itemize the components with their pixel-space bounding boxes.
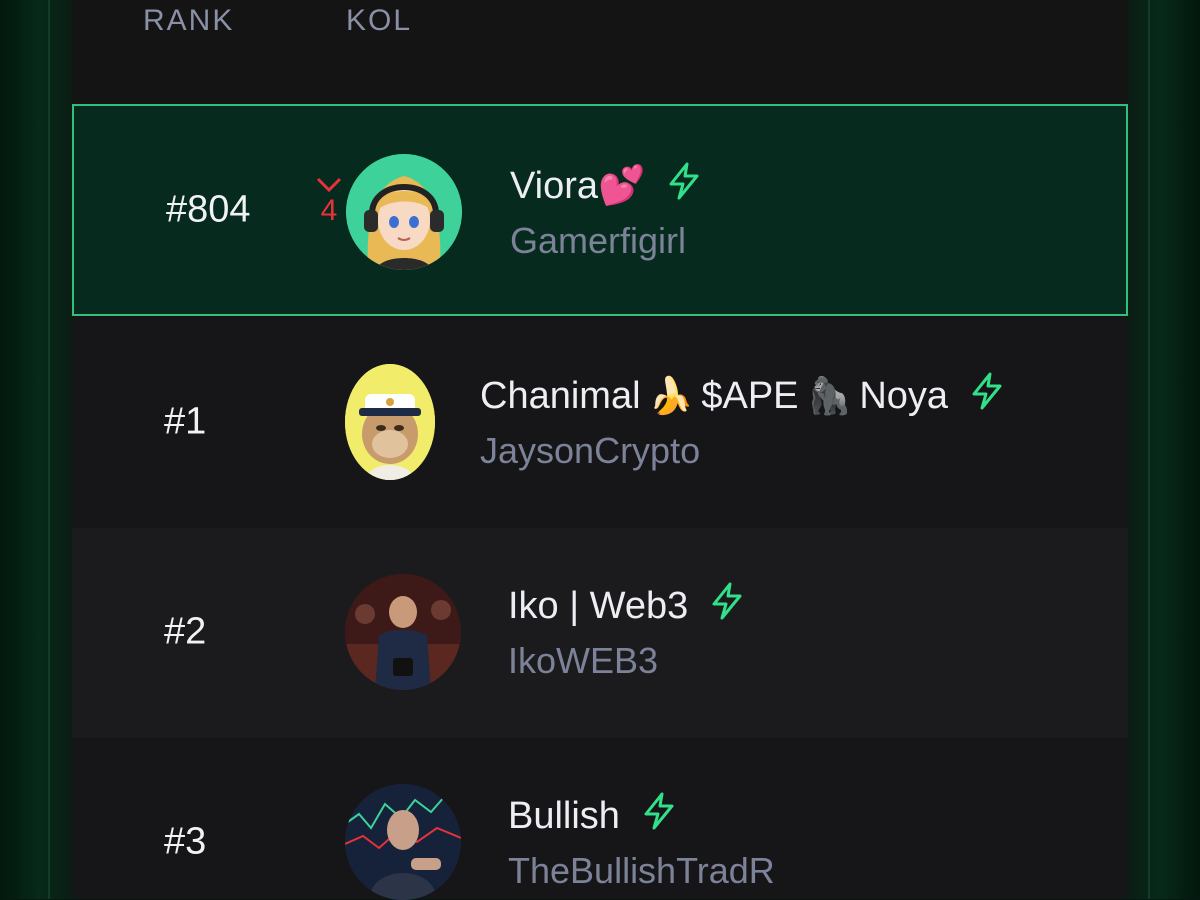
man-trader-avatar-image bbox=[345, 784, 461, 900]
kol-handle[interactable]: JaysonCrypto bbox=[480, 430, 700, 472]
kol-handle[interactable]: IkoWEB3 bbox=[508, 640, 658, 682]
verified-bolt-icon bbox=[642, 792, 676, 840]
rank-value: #804 bbox=[166, 188, 251, 231]
table-header: RANK KOL bbox=[72, 0, 1128, 104]
rank-change-value: 4 bbox=[320, 194, 338, 227]
anime-girl-avatar-image bbox=[346, 154, 462, 270]
table-row[interactable]: #3 Bullish TheBullishTradR bbox=[72, 738, 1128, 900]
verified-bolt-icon bbox=[710, 582, 744, 630]
app-frame: RANK KOL #804 4 Viora💕 Gamerfigirl #1 Ch… bbox=[0, 0, 1200, 900]
leaderboard-panel: RANK KOL #804 4 Viora💕 Gamerfigirl #1 Ch… bbox=[72, 0, 1128, 900]
verified-bolt-icon bbox=[970, 372, 1004, 420]
gorilla-emoji: 🦍 bbox=[806, 376, 852, 417]
verified-bolt-icon bbox=[667, 162, 701, 210]
avatar[interactable] bbox=[345, 364, 435, 480]
right-edge-line bbox=[1148, 0, 1150, 899]
chevron-down-icon bbox=[316, 177, 342, 193]
kol-name-text: Bullish bbox=[508, 794, 620, 837]
table-row-current-user[interactable]: #804 4 Viora💕 Gamerfigirl bbox=[72, 104, 1128, 316]
man-photo-avatar-image bbox=[345, 574, 461, 690]
left-edge-line bbox=[48, 0, 50, 899]
kol-name[interactable]: Bullish bbox=[508, 792, 676, 840]
banana-emoji: 🍌 bbox=[648, 376, 694, 417]
avatar[interactable] bbox=[345, 784, 461, 900]
table-row[interactable]: #1 Chanimal 🍌 $APE 🦍 Noya JaysonCrypto bbox=[72, 318, 1128, 528]
kol-name[interactable]: Viora💕 bbox=[510, 162, 701, 210]
table-row[interactable]: #2 Iko | Web3 IkoWEB3 bbox=[72, 528, 1128, 738]
kol-name-text: Viora💕 bbox=[510, 165, 646, 207]
kol-handle[interactable]: Gamerfigirl bbox=[510, 220, 686, 262]
bored-ape-avatar-image bbox=[345, 364, 435, 480]
rank-value: #1 bbox=[164, 400, 207, 443]
kol-name-text: Iko | Web3 bbox=[508, 584, 689, 627]
rank-column-header: RANK bbox=[143, 4, 235, 37]
kol-name[interactable]: Chanimal 🍌 $APE 🦍 Noya bbox=[480, 372, 1004, 420]
kol-name-part: Chanimal bbox=[480, 374, 641, 417]
kol-name-part: $APE bbox=[701, 374, 799, 417]
kol-name-part: Noya bbox=[859, 374, 949, 417]
rank-change: 4 bbox=[314, 176, 344, 228]
avatar[interactable] bbox=[345, 574, 461, 690]
rank-value: #3 bbox=[164, 820, 207, 863]
avatar[interactable] bbox=[346, 154, 462, 270]
kol-column-header: KOL bbox=[346, 4, 413, 37]
kol-name[interactable]: Iko | Web3 bbox=[508, 582, 744, 630]
rank-value: #2 bbox=[164, 610, 207, 653]
kol-handle[interactable]: TheBullishTradR bbox=[508, 850, 775, 892]
